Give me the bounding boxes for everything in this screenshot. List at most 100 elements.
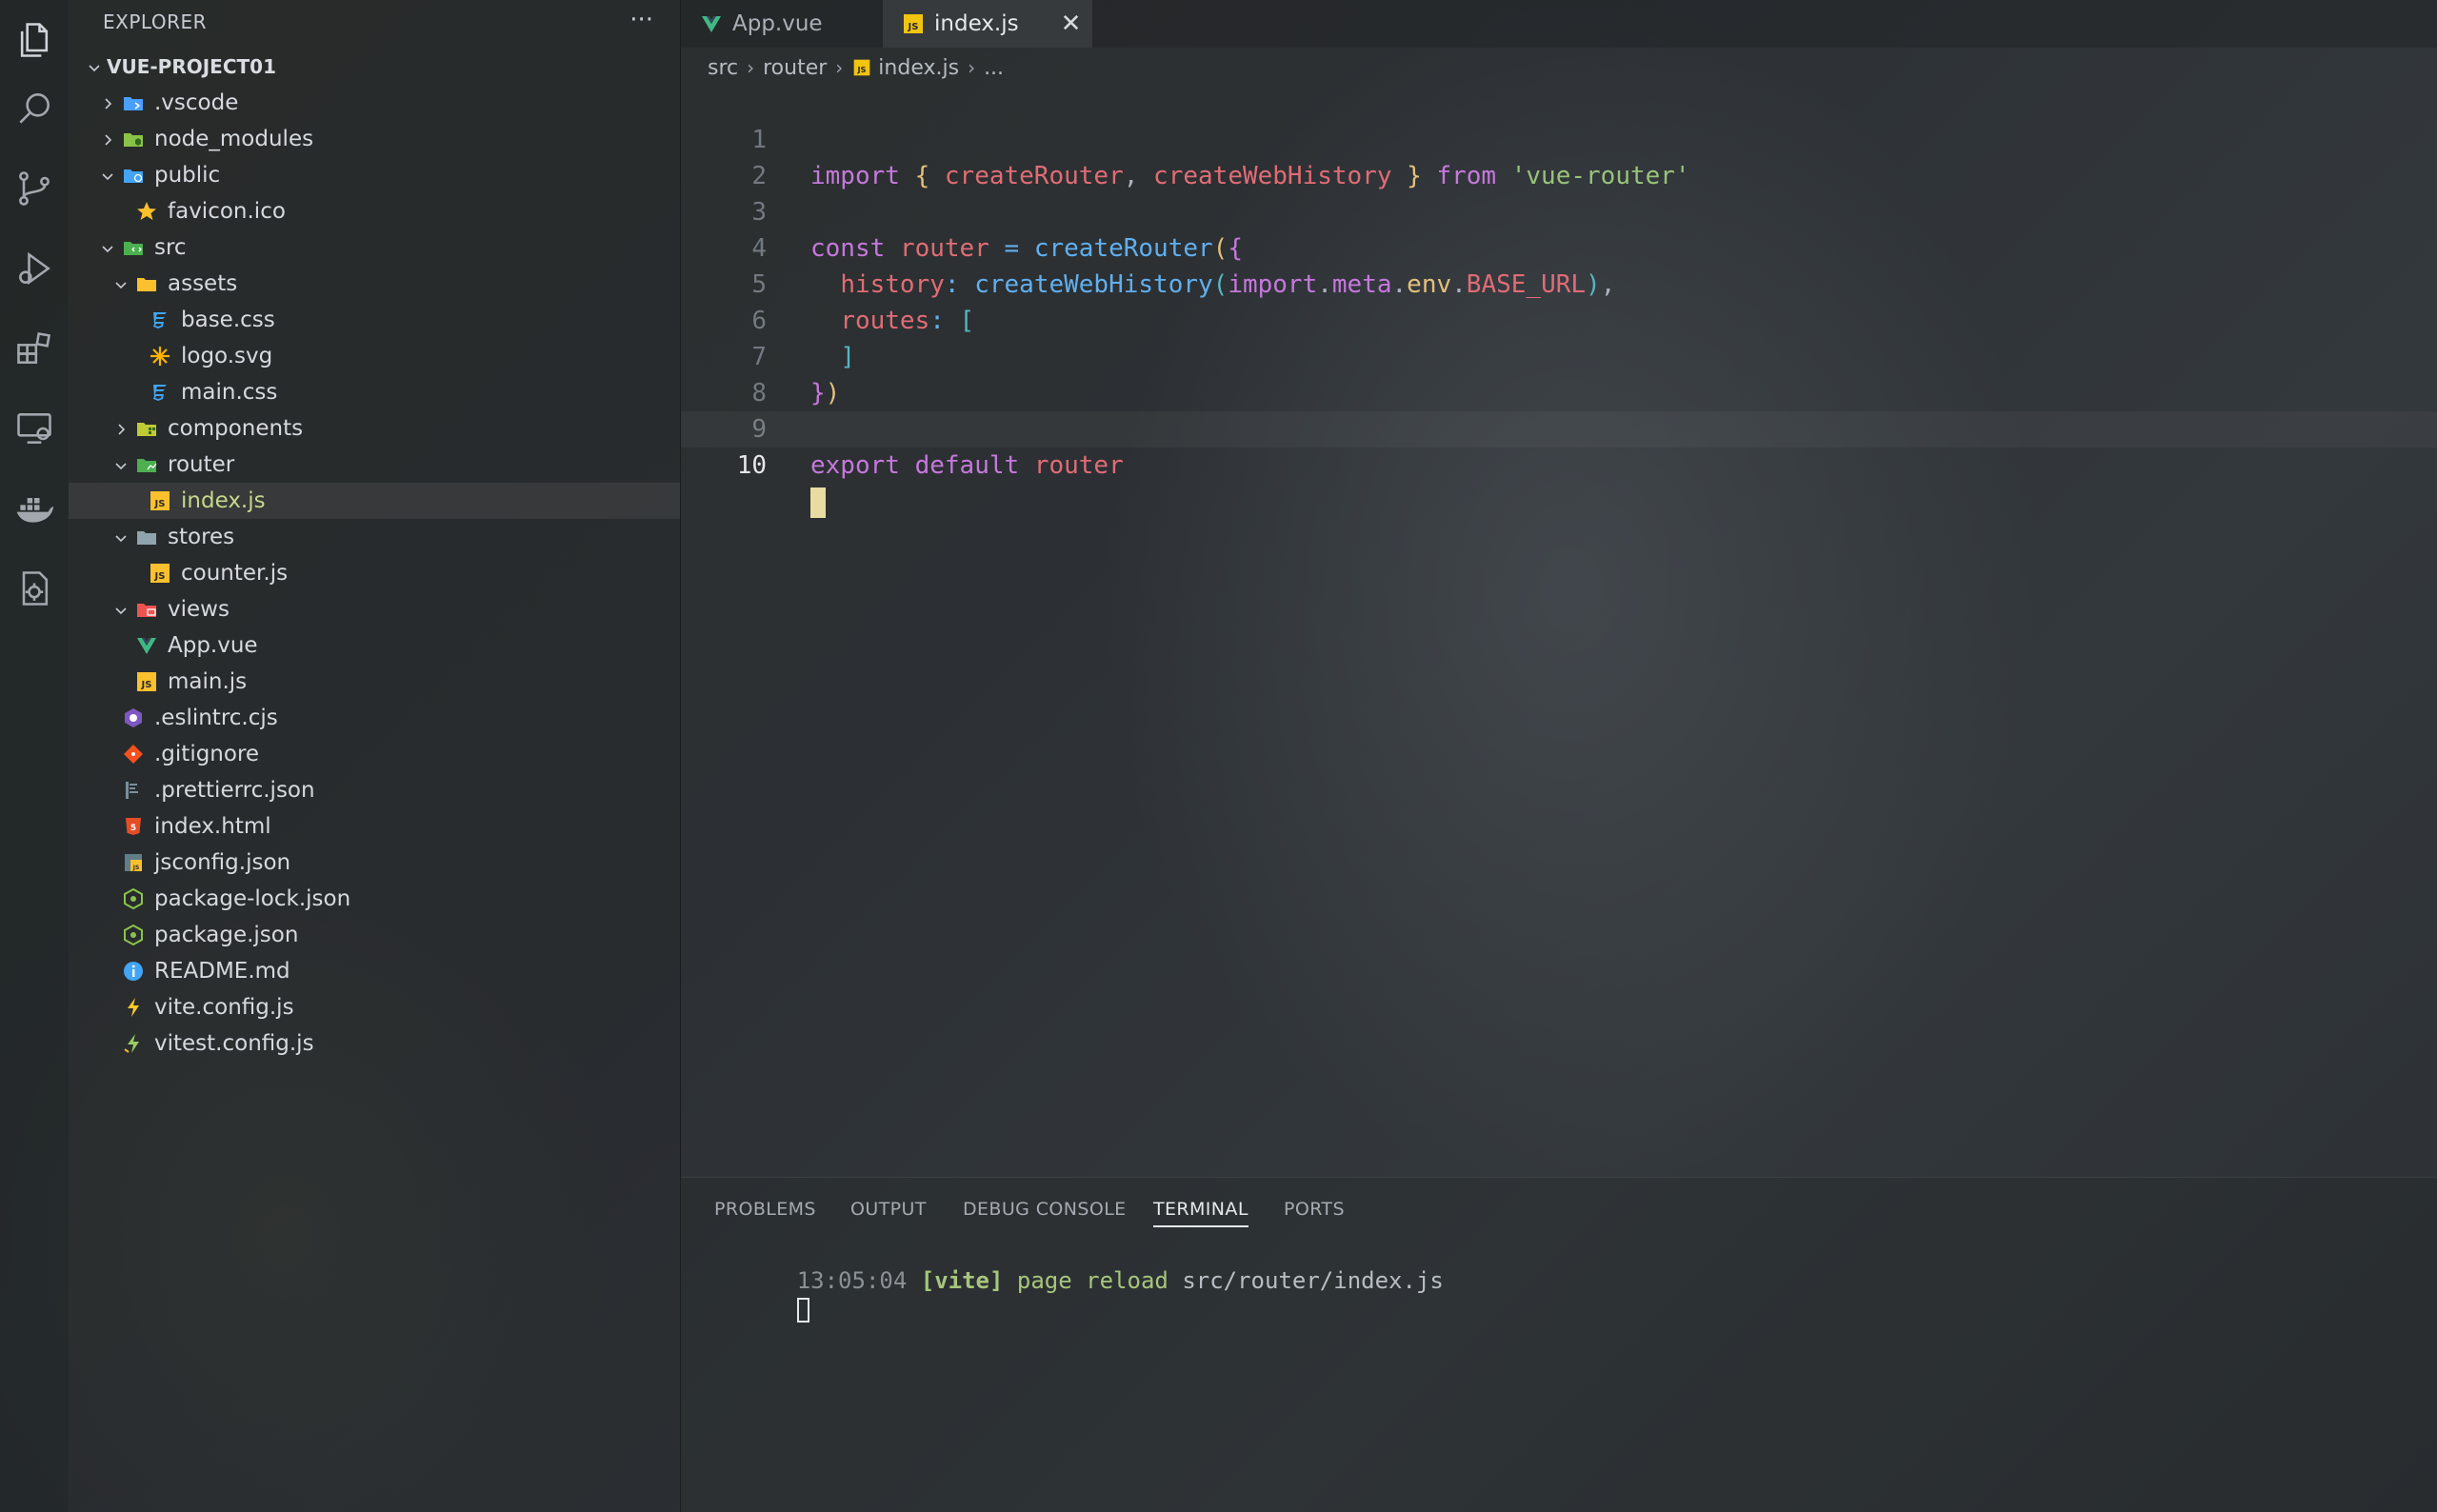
tree-item-label: base.css xyxy=(181,308,275,332)
js-icon: JS xyxy=(900,10,927,37)
code-line[interactable]: 5 routes: [ xyxy=(681,230,2437,335)
tree-item[interactable]: JS index.js xyxy=(69,483,680,519)
tree-item[interactable]: package-lock.json xyxy=(69,881,680,917)
svg-text:JS: JS xyxy=(154,571,166,582)
tree-item[interactable]: JS counter.js xyxy=(69,555,680,591)
tree-item[interactable]: JS main.js xyxy=(69,664,680,700)
tab-index-js[interactable]: JS index.js ✕ xyxy=(883,0,1092,48)
tree-item[interactable]: vitest.config.js xyxy=(69,1025,680,1062)
code-line[interactable]: 6 ] xyxy=(681,267,2437,371)
code-line[interactable]: 7 }) xyxy=(681,303,2437,408)
tab-ports[interactable]: PORTS xyxy=(1284,1193,1345,1225)
tree-item[interactable]: stores xyxy=(69,519,680,555)
code-line[interactable]: 8 xyxy=(681,339,2437,408)
tree-item[interactable]: public xyxy=(69,157,680,193)
chevron-right-icon: › xyxy=(747,56,755,79)
tab-debug-console[interactable]: DEBUG CONSOLE xyxy=(963,1193,1127,1225)
terminal-prompt[interactable] xyxy=(714,1271,809,1355)
docker-icon[interactable] xyxy=(0,468,69,548)
breadcrumb: src › router › JS index.js › ... xyxy=(708,53,1004,82)
tree-item[interactable]: .prettierrc.json xyxy=(69,772,680,808)
tab-output[interactable]: OUTPUT xyxy=(850,1193,927,1225)
tree-item[interactable]: main.css xyxy=(69,374,680,410)
html-icon: 5 xyxy=(120,813,147,840)
run-debug-icon[interactable] xyxy=(0,229,69,308)
tree-item[interactable]: vite.config.js xyxy=(69,989,680,1025)
close-icon[interactable]: ✕ xyxy=(1061,10,1082,38)
tree-item[interactable]: JS jsconfig.json xyxy=(69,845,680,881)
tree-item[interactable]: .eslintrc.cjs xyxy=(69,700,680,736)
vitest-icon xyxy=(120,1030,147,1057)
tab-app-vue[interactable]: App.vue xyxy=(681,0,883,48)
code-line[interactable]: 4 history: createWebHistory(import.meta.… xyxy=(681,194,2437,299)
source-control-icon[interactable] xyxy=(0,149,69,229)
tree-item[interactable]: components xyxy=(69,410,680,447)
tab-terminal[interactable]: TERMINAL xyxy=(1153,1193,1248,1227)
terminal-output-line: 13:05:04 [vite] page reload src/router/i… xyxy=(714,1241,1444,1321)
chevron-down-icon xyxy=(82,57,107,77)
tree-item-label: package-lock.json xyxy=(154,886,351,911)
tree-item-label: README.md xyxy=(154,959,290,984)
tree-item-label: views xyxy=(168,597,230,622)
tree-item-label: node_modules xyxy=(154,127,314,151)
info-icon xyxy=(120,958,147,985)
tree-item-label: vitest.config.js xyxy=(154,1031,314,1056)
project-root[interactable]: VUE-PROJECT01 xyxy=(69,49,680,85)
tree-item[interactable]: README.md xyxy=(69,953,680,989)
code-line[interactable]: 9 export default router xyxy=(681,375,2437,480)
chevron-down-icon xyxy=(109,455,133,475)
tree-item[interactable]: .vscode xyxy=(69,85,680,121)
code-line[interactable]: 2 xyxy=(681,122,2437,190)
vue-icon xyxy=(133,632,160,659)
breadcrumb-item[interactable]: ... xyxy=(984,56,1004,80)
terminal-path: src/router/index.js xyxy=(1182,1267,1444,1294)
tree-item[interactable]: assets xyxy=(69,266,680,302)
chevron-right-icon: › xyxy=(835,56,844,79)
js-icon: JS xyxy=(851,57,872,78)
tree-item-label: favicon.ico xyxy=(168,199,286,224)
breadcrumb-item[interactable]: index.js xyxy=(878,56,959,80)
tree-item-label: logo.svg xyxy=(181,344,273,368)
tree-item[interactable]: package.json xyxy=(69,917,680,953)
tab-problems[interactable]: PROBLEMS xyxy=(714,1193,816,1225)
code-editor[interactable]: 1 import { createRouter, createWebHistor… xyxy=(681,86,2437,1171)
search-icon[interactable] xyxy=(0,69,69,149)
npm-icon xyxy=(120,922,147,948)
breadcrumb-item[interactable]: router xyxy=(763,56,827,80)
router-folder-icon xyxy=(133,451,160,478)
code-line[interactable]: 3 const router = createRouter({ xyxy=(681,158,2437,263)
remote-explorer-icon[interactable] xyxy=(0,388,69,468)
tree-item[interactable]: src xyxy=(69,229,680,266)
tree-item[interactable]: logo.svg xyxy=(69,338,680,374)
vscode-folder-icon xyxy=(120,90,147,116)
editor-tabs: App.vue JS index.js ✕ xyxy=(681,0,2437,48)
vscode-window: EXPLORER ··· VUE-PROJECT01 .vscode node_m… xyxy=(0,0,2437,1512)
npm-icon xyxy=(120,885,147,912)
breadcrumb-item[interactable]: src xyxy=(708,56,738,80)
stores-folder-icon xyxy=(133,524,160,550)
jsconfig-icon: JS xyxy=(120,849,147,876)
tree-item-label: router xyxy=(168,452,235,477)
tree-item-label: index.html xyxy=(154,814,271,839)
tree-item[interactable]: views xyxy=(69,591,680,627)
tree-item[interactable]: 5 index.html xyxy=(69,808,680,845)
chevron-down-icon xyxy=(95,166,120,186)
css-icon xyxy=(147,307,173,333)
tree-item-label: main.css xyxy=(181,380,278,405)
more-actions-icon[interactable]: ··· xyxy=(629,6,653,34)
tree-item[interactable]: node_modules xyxy=(69,121,680,157)
tree-item[interactable]: App.vue xyxy=(69,627,680,664)
settings-sync-icon[interactable] xyxy=(0,548,69,628)
chevron-right-icon xyxy=(95,129,120,149)
tree-item[interactable]: base.css xyxy=(69,302,680,338)
code-line-current[interactable]: 10 xyxy=(681,411,2437,518)
tree-item-label: jsconfig.json xyxy=(154,850,291,875)
tree-item-label: components xyxy=(168,416,304,441)
project-name: VUE-PROJECT01 xyxy=(107,55,276,78)
code-line[interactable]: 1 import { createRouter, createWebHistor… xyxy=(681,86,2437,190)
tree-item[interactable]: favicon.ico xyxy=(69,193,680,229)
extensions-icon[interactable] xyxy=(0,308,69,388)
tree-item[interactable]: router xyxy=(69,447,680,483)
views-folder-icon xyxy=(133,596,160,623)
tree-item[interactable]: .gitignore xyxy=(69,736,680,772)
